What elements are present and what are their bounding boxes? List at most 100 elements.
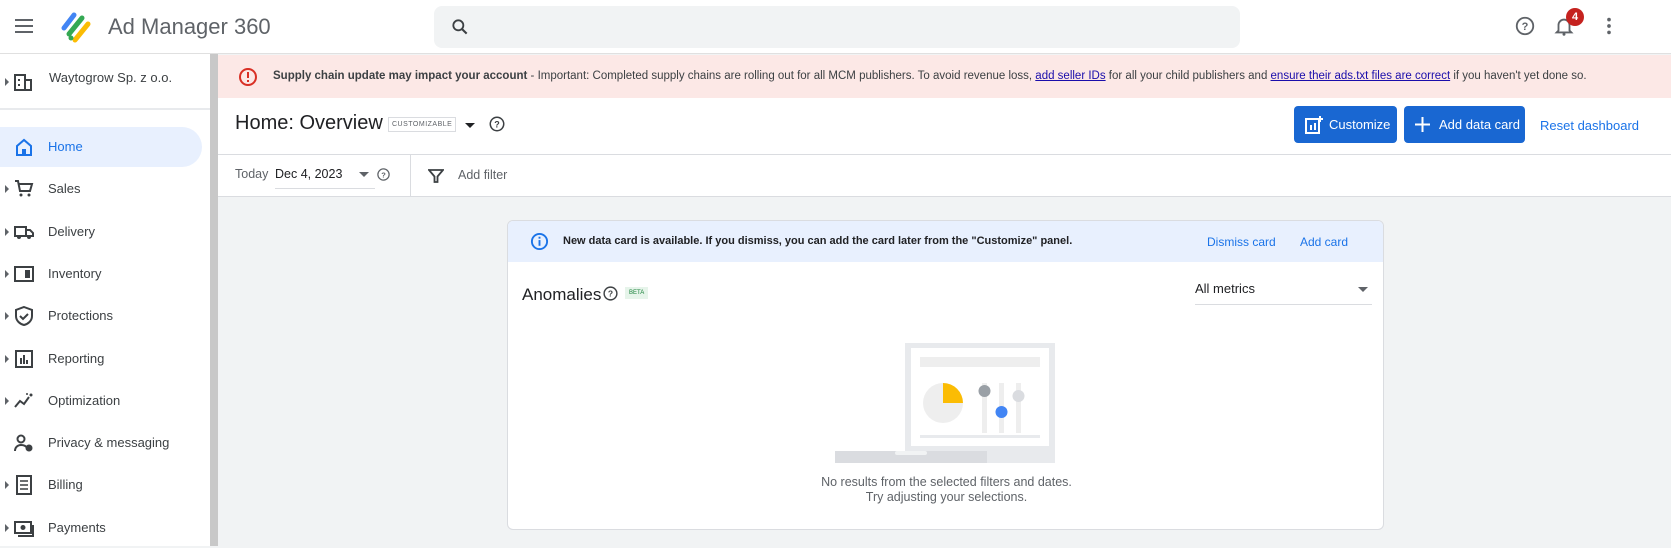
app-name: Ad Manager 360 — [108, 14, 271, 39]
dismiss-card-button[interactable]: Dismiss card — [1207, 235, 1276, 249]
chevron-down-icon — [359, 172, 369, 177]
reset-dashboard-button[interactable]: Reset dashboard — [1540, 118, 1639, 133]
sidebar-item-label: Protections — [48, 308, 114, 324]
expand-arrow-icon — [5, 269, 9, 278]
privacy-icon — [14, 434, 33, 452]
svg-text:?: ? — [1522, 21, 1529, 33]
payments-icon — [14, 520, 34, 537]
banner-text: - Important: Completed supply chains are… — [527, 70, 1036, 82]
sidebar-item-payments[interactable]: Payments — [0, 508, 202, 548]
home-icon — [16, 138, 32, 156]
truck-icon — [14, 225, 34, 239]
help-icon[interactable]: ? — [488, 115, 506, 133]
customizable-tag: CUSTOMIZABLE — [388, 117, 457, 132]
sidebar-item-reporting[interactable]: Reporting — [0, 339, 202, 379]
date-picker[interactable]: Dec 4, 2023 — [275, 161, 375, 189]
sidebar-item-sales[interactable]: Sales — [0, 169, 202, 209]
sidebar-item-label: Privacy & messaging — [48, 435, 170, 451]
empty-line-2: Try adjusting your selections. — [865, 490, 1028, 504]
ads-txt-link[interactable]: ensure their ads.txt files are correct — [1271, 70, 1451, 82]
add-data-card-label: Add data card — [1439, 117, 1520, 132]
help-icon[interactable]: ? — [602, 285, 619, 302]
svg-text:?: ? — [608, 289, 613, 299]
date-label: Today — [235, 167, 269, 181]
optimization-icon — [14, 392, 33, 408]
divider — [410, 155, 411, 197]
add-data-card-button[interactable]: Add data card — [1404, 106, 1525, 143]
add-filter-label: Add filter — [458, 168, 508, 182]
beta-badge: BETA — [625, 287, 649, 299]
empty-state-illustration — [835, 343, 1055, 463]
inventory-icon — [14, 265, 34, 282]
expand-arrow-icon — [5, 396, 9, 405]
expand-arrow-icon — [5, 354, 9, 363]
sidebar: Waytogrow Sp. z o.o. Home Sales Delivery In… — [0, 54, 212, 546]
filter-icon — [428, 169, 444, 183]
search-input[interactable] — [434, 6, 1240, 48]
notice-text: New data card is available. If you dismi… — [563, 235, 1073, 247]
sidebar-item-delivery[interactable]: Delivery — [0, 212, 202, 252]
top-bar: Ad Manager 360 ? 4 — [0, 0, 1671, 54]
building-icon — [14, 74, 32, 91]
main-content: Supply chain update may impact your acco… — [218, 54, 1671, 546]
info-icon — [530, 232, 549, 251]
sidebar-item-label: Sales — [48, 181, 81, 197]
banner-text: if you haven't yet done so. — [1450, 70, 1587, 82]
ad-manager-logo — [61, 12, 91, 43]
add-filter-button[interactable]: Add filter — [426, 155, 626, 197]
card-title: Anomalies — [522, 285, 602, 304]
metrics-select[interactable]: All metrics — [1195, 275, 1372, 305]
banner-title: Supply chain update may impact your acco… — [273, 70, 528, 82]
chevron-down-icon — [1358, 287, 1368, 292]
sidebar-item-label: Payments — [48, 519, 106, 535]
sidebar-item-optimization[interactable]: Optimization — [0, 381, 202, 421]
sidebar-item-inventory[interactable]: Inventory — [0, 254, 202, 294]
metrics-value: All metrics — [1195, 281, 1255, 296]
dashboard-dropdown-icon[interactable] — [465, 123, 475, 128]
shield-icon — [15, 306, 33, 327]
svg-text:?: ? — [381, 170, 386, 179]
empty-state-message: No results from the selected filters and… — [508, 475, 1383, 505]
error-icon — [239, 68, 257, 86]
more-vert-icon[interactable] — [1598, 15, 1620, 37]
customize-label: Customize — [1329, 117, 1391, 132]
expand-arrow-icon — [5, 185, 9, 194]
sidebar-item-privacy-messaging[interactable]: Privacy & messaging — [0, 423, 202, 463]
search-icon — [452, 19, 468, 35]
help-icon[interactable]: ? — [1514, 15, 1536, 37]
notification-badge: 4 — [1566, 8, 1584, 26]
expand-arrow-icon — [5, 312, 9, 321]
plus-icon — [1415, 117, 1430, 132]
page-title: Home: Overview — [235, 112, 383, 134]
supply-chain-banner: Supply chain update may impact your acco… — [218, 55, 1671, 98]
help-icon[interactable]: ? — [376, 167, 391, 182]
sidebar-item-protections[interactable]: Protections — [0, 296, 202, 336]
banner-text: for all your child publishers and — [1105, 70, 1271, 82]
cart-icon — [15, 180, 34, 197]
sidebar-item-label: Optimization — [48, 392, 121, 408]
expand-arrow-icon — [5, 523, 9, 532]
sidebar-item-billing[interactable]: Billing — [0, 465, 202, 505]
expand-arrow-icon — [5, 481, 9, 490]
expand-arrow-icon — [5, 227, 9, 236]
sidebar-item-label: Billing — [48, 477, 83, 493]
sidebar-item-home[interactable]: Home — [0, 127, 202, 167]
sidebar-scrollbar[interactable] — [210, 54, 218, 546]
billing-icon — [16, 475, 32, 496]
new-card-notice: New data card is available. If you dismi… — [508, 221, 1383, 262]
sidebar-item-label: Delivery — [48, 223, 95, 239]
expand-arrow-icon — [5, 78, 9, 86]
add-seller-ids-link[interactable]: add seller IDs — [1035, 70, 1105, 82]
add-card-button[interactable]: Add card — [1300, 235, 1348, 249]
sidebar-item-label: Inventory — [48, 265, 102, 281]
page-header: Home: Overview CUSTOMIZABLE ? Customize … — [218, 98, 1671, 155]
anomalies-card: New data card is available. If you dismi… — [507, 220, 1384, 530]
account-selector[interactable]: Waytogrow Sp. z o.o. — [0, 54, 210, 110]
date-value: Dec 4, 2023 — [275, 167, 343, 181]
menu-icon[interactable] — [14, 16, 34, 36]
filter-bar: Today Dec 4, 2023 ? Add filter — [218, 155, 1671, 197]
empty-line-1: No results from the selected filters and… — [821, 475, 1072, 489]
account-name: Waytogrow Sp. z o.o. — [49, 70, 173, 85]
sidebar-item-label: Home — [48, 139, 83, 154]
customize-button[interactable]: Customize — [1294, 106, 1397, 143]
